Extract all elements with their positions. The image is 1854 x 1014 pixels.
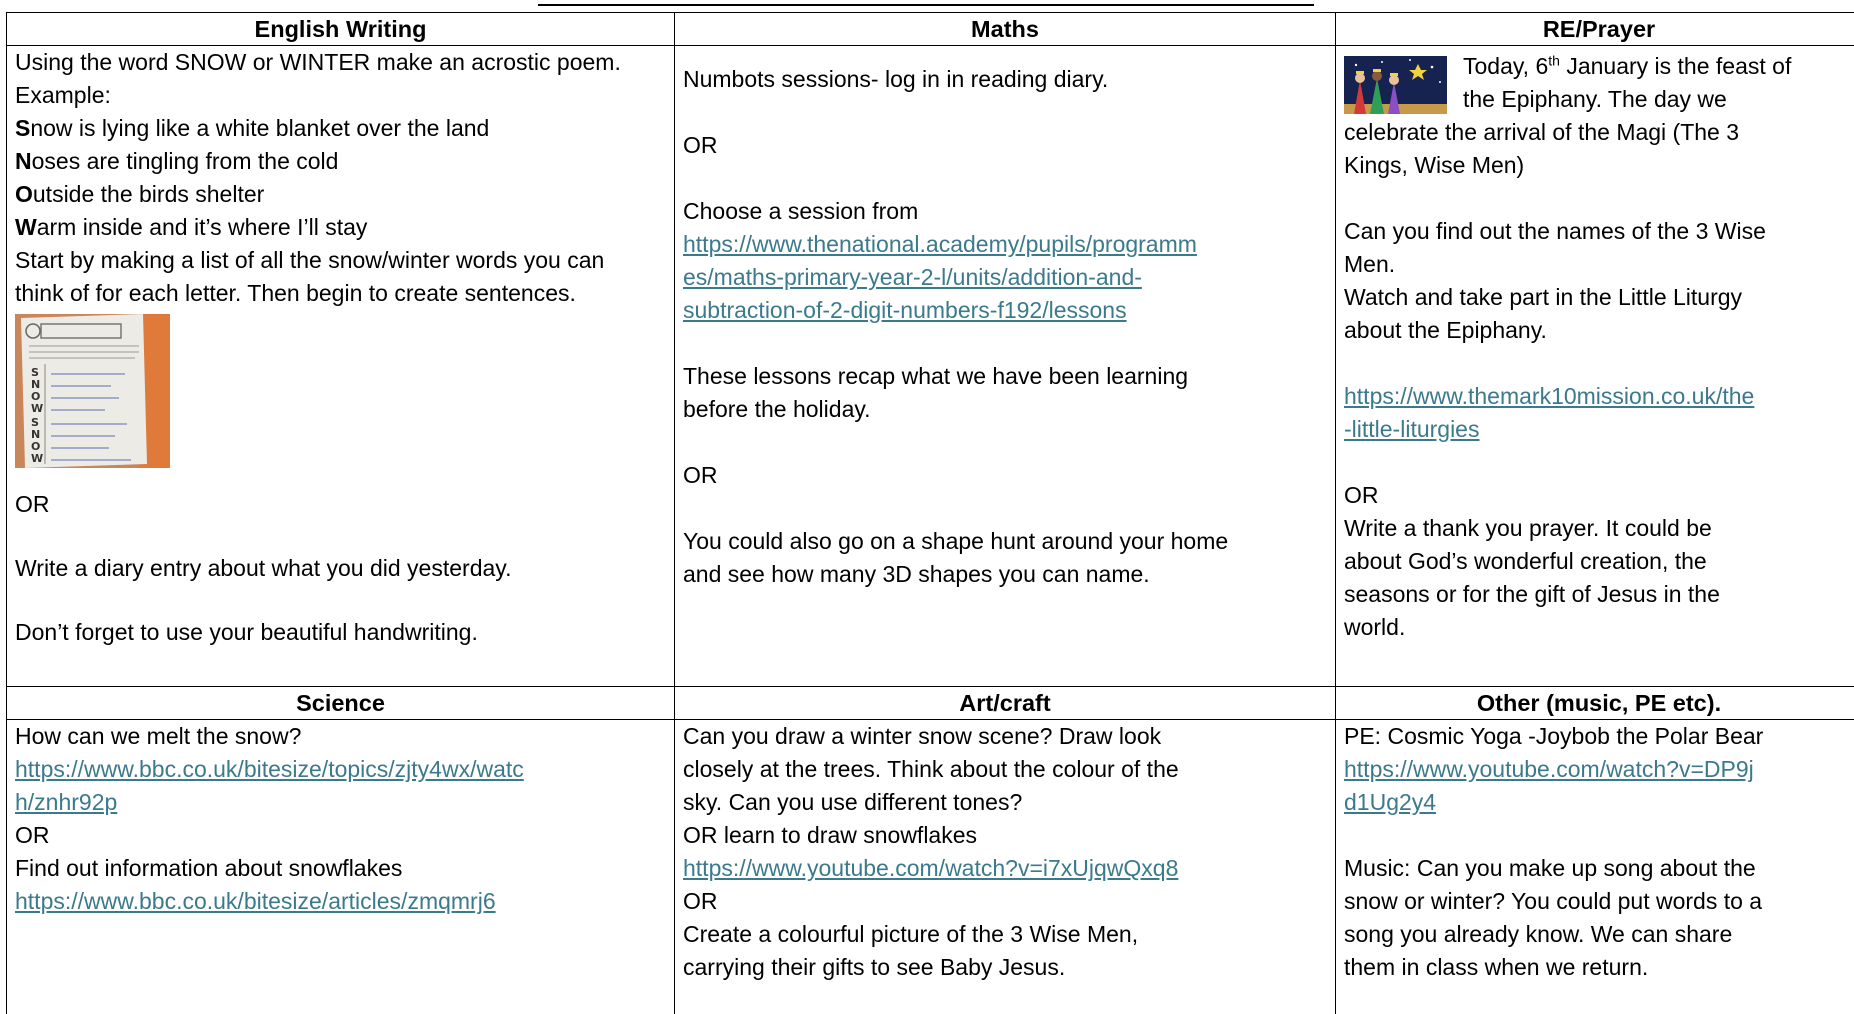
maths-shape-hunt: You could also go on a shape hunt around… <box>683 528 1229 554</box>
poem-line: Warm inside and it’s where I’ll stay <box>15 214 368 240</box>
english-diary: Write a diary entry about what you did y… <box>15 555 512 581</box>
english-instructions: Start by making a list of all the snow/w… <box>15 247 605 273</box>
maths-numbots: Numbots sessions- log in in reading diar… <box>683 66 1109 92</box>
other-pe: PE: Cosmic Yoga -Joybob the Polar Bear <box>1344 723 1764 749</box>
maths-oak-link[interactable]: https://www.thenational.academy/pupils/p… <box>683 228 1327 327</box>
header-maths: Maths <box>674 12 1336 46</box>
header-other: Other (music, PE etc). <box>1335 686 1854 720</box>
cell-re: Today, 6th January is the feast of the E… <box>1335 45 1854 687</box>
worksheet-letter: W <box>31 452 43 465</box>
content-row-top: Using the word SNOW or WINTER make an ac… <box>6 45 1854 687</box>
re-or: OR <box>1344 482 1379 508</box>
header-english: English Writing <box>6 12 675 46</box>
maths-recap: These lessons recap what we have been le… <box>683 363 1189 389</box>
re-watch: about the Epiphany. <box>1344 317 1547 343</box>
art-snowflakes: OR learn to draw snowflakes <box>683 822 978 848</box>
re-names: Men. <box>1344 251 1396 277</box>
header-row-top: English Writing Maths RE/Prayer <box>6 12 1854 46</box>
header-science: Science <box>6 686 675 720</box>
other-music: them in class when we return. <box>1344 954 1649 980</box>
art-draw: Can you draw a winter snow scene? Draw l… <box>683 723 1162 749</box>
poem-line: Snow is lying like a white blanket over … <box>15 115 490 141</box>
poem-line: Noses are tingling from the cold <box>15 148 339 174</box>
title-underline <box>538 4 1314 6</box>
re-prayer: world. <box>1344 614 1406 640</box>
re-prayer: seasons or for the gift of Jesus in the <box>1344 581 1720 607</box>
re-names: Can you find out the names of the 3 Wise <box>1344 218 1766 244</box>
header-art: Art/craft <box>674 686 1336 720</box>
english-instructions: think of for each letter. Then begin to … <box>15 280 576 306</box>
re-prayer: about God’s wonderful creation, the <box>1344 548 1707 574</box>
cell-science: How can we melt the snow? https://www.bb… <box>6 719 675 1014</box>
re-kings: Kings, Wise Men) <box>1344 152 1525 178</box>
header-row-bottom: Science Art/craft Other (music, PE etc). <box>6 686 1854 720</box>
maths-or: OR <box>683 462 718 488</box>
header-re: RE/Prayer <box>1335 12 1854 46</box>
re-liturgy-link[interactable]: https://www.themark10mission.co.uk/the -l… <box>1344 380 1854 446</box>
art-draw: closely at the trees. Think about the co… <box>683 756 1179 782</box>
art-picture: carrying their gifts to see Baby Jesus. <box>683 954 1066 980</box>
re-celebrate: celebrate the arrival of the Magi (The 3 <box>1344 119 1740 145</box>
cell-other: PE: Cosmic Yoga -Joybob the Polar Bear h… <box>1335 719 1854 1014</box>
english-example-label: Example: <box>15 82 111 108</box>
worksheet-letter: W <box>31 402 43 415</box>
science-or: OR <box>15 822 50 848</box>
art-snowflakes-link[interactable]: https://www.youtube.com/watch?v=i7xUjqwQ… <box>683 852 1327 885</box>
art-or: OR <box>683 888 718 914</box>
science-info: Find out information about snowflakes <box>15 855 403 881</box>
document-page: English Writing Maths RE/Prayer Using th… <box>0 0 1854 1014</box>
re-prayer: Write a thank you prayer. It could be <box>1344 515 1712 541</box>
other-yoga-link[interactable]: https://www.youtube.com/watch?v=DP9j d1Ug… <box>1344 753 1854 819</box>
acrostic-worksheet-photo: S N O W S N O W <box>15 314 170 468</box>
cell-english: Using the word SNOW or WINTER make an ac… <box>6 45 675 687</box>
art-picture: Create a colourful picture of the 3 Wise… <box>683 921 1139 947</box>
english-handwriting: Don’t forget to use your beautiful handw… <box>15 619 478 645</box>
maths-shape-hunt: and see how many 3D shapes you can name. <box>683 561 1150 587</box>
re-watch: Watch and take part in the Little Liturg… <box>1344 284 1743 310</box>
english-intro: Using the word SNOW or WINTER make an ac… <box>15 49 621 75</box>
science-melt: How can we melt the snow? <box>15 723 302 749</box>
maths-recap: before the holiday. <box>683 396 871 422</box>
maths-choose: Choose a session from <box>683 198 919 224</box>
cell-art: Can you draw a winter snow scene? Draw l… <box>674 719 1336 1014</box>
maths-or: OR <box>683 132 718 158</box>
science-melt-link[interactable]: https://www.bbc.co.uk/bitesize/topics/zj… <box>15 753 666 819</box>
other-music: snow or winter? You could put words to a <box>1344 888 1763 914</box>
cell-maths: Numbots sessions- log in in reading diar… <box>674 45 1336 687</box>
art-draw: sky. Can you use different tones? <box>683 789 1023 815</box>
english-or: OR <box>15 491 50 517</box>
poem-line: Outside the birds shelter <box>15 181 265 207</box>
activity-table: English Writing Maths RE/Prayer Using th… <box>6 12 1854 1014</box>
content-row-bottom: How can we melt the snow? https://www.bb… <box>6 719 1854 1014</box>
three-kings-image <box>1344 56 1447 114</box>
other-music: Music: Can you make up song about the <box>1344 855 1756 881</box>
science-snowflakes-link[interactable]: https://www.bbc.co.uk/bitesize/articles/… <box>15 885 666 918</box>
other-music: song you already know. We can share <box>1344 921 1733 947</box>
